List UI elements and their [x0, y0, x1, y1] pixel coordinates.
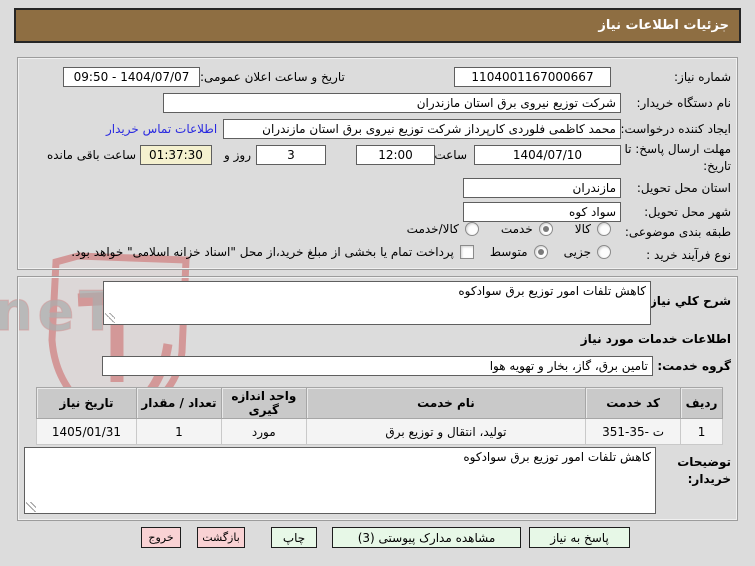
process-type-options: جزیی متوسط پرداخت تمام یا بخشی از مبلغ خ…	[71, 245, 611, 259]
radio-option-goods-service[interactable]: کالا/خدمت	[407, 222, 479, 236]
back-button[interactable]: بازگشت	[197, 527, 245, 548]
deadline-date-value: 1404/07/10	[474, 145, 621, 165]
cell-qty: 1	[136, 418, 222, 445]
radio-icon[interactable]	[597, 245, 611, 259]
service-group-label: گروه خدمت:	[657, 359, 731, 373]
deadline-countdown: 01:37:30	[140, 145, 212, 165]
print-button[interactable]: چاپ	[271, 527, 317, 548]
deadline-remaining-label: ساعت باقی مانده	[46, 148, 136, 162]
deadline-label-line2: تاریخ:	[703, 159, 731, 173]
radio-option-service[interactable]: خدمت	[501, 222, 553, 236]
radio-icon[interactable]	[533, 245, 548, 259]
radio-label: کالا/خدمت	[406, 222, 459, 236]
deadline-days-label: روز و	[224, 148, 251, 162]
province-label: استان محل تحویل:	[636, 181, 731, 195]
buyer-name-value: شرکت توزیع نیروی برق استان مازندران	[163, 93, 621, 113]
cell-need-date: 1405/01/31	[36, 418, 137, 445]
creator-label: ایجاد کننده درخواست:	[620, 122, 731, 136]
radio-label: جزیی	[563, 245, 591, 259]
col-qty: تعداد / مقدار	[136, 387, 222, 419]
announce-value: 1404/07/07 - 09:50	[63, 67, 200, 87]
cell-row-no: 1	[680, 418, 723, 445]
radio-icon[interactable]	[597, 222, 611, 236]
need-info-groupbox: شماره نیاز: 1104001167000667 تاریخ و ساع…	[17, 57, 738, 270]
classification-label: طبقه بندی موضوعی:	[624, 225, 731, 239]
cell-unit: مورد	[220, 418, 307, 445]
need-number-label: شماره نیاز:	[674, 70, 731, 84]
deadline-days-value: 3	[256, 145, 326, 165]
process-type-label: نوع فرآیند خرید :	[646, 248, 731, 262]
radio-label: کالا	[574, 222, 591, 236]
need-number-value: 1104001167000667	[454, 67, 611, 87]
checkbox-label: پرداخت تمام یا بخشی از مبلغ خرید،از محل …	[71, 245, 454, 259]
deadline-time-value: 12:00	[356, 145, 435, 165]
province-value: مازندران	[463, 178, 621, 198]
cell-service-code: 351-35- ت	[585, 418, 682, 445]
col-row-no: ردیف	[680, 387, 723, 419]
buyer-name-label: نام دستگاه خریدار:	[636, 96, 732, 110]
respond-to-need-button[interactable]: پاسخ به نیاز	[529, 527, 630, 548]
services-table: ردیف کد خدمت نام خدمت واحد اندازه گیری ت…	[36, 387, 723, 445]
radio-icon[interactable]	[464, 222, 479, 236]
description-label: شرح کلي نیاز:	[645, 294, 731, 308]
city-value: سواد کوه	[463, 202, 621, 222]
services-groupbox: شرح کلي نیاز: کاهش تلفات امور توزیع برق …	[17, 276, 738, 521]
table-header-row: ردیف کد خدمت نام خدمت واحد اندازه گیری ت…	[36, 387, 723, 419]
radio-label: خدمت	[500, 222, 533, 236]
exit-button[interactable]: خروج	[141, 527, 181, 548]
radio-option-minor[interactable]: جزیی	[564, 245, 611, 259]
classification-options: کالا خدمت کالا/خدمت	[407, 222, 611, 236]
table-row[interactable]: 1 351-35- ت تولید، انتقال و توزیع برق مو…	[36, 418, 723, 445]
service-group-value: تامین برق، گاز، بخار و تهویه هوا	[102, 356, 653, 376]
col-service-name: نام خدمت	[305, 387, 587, 419]
radio-option-medium[interactable]: متوسط	[490, 245, 548, 259]
col-service-code: کد خدمت	[585, 387, 682, 419]
cell-service-name: تولید، انتقال و توزیع برق	[305, 418, 587, 445]
description-text: کاهش تلفات امور توزیع برق سوادکوه	[458, 284, 646, 298]
page-title: جزئیات اطلاعات نیاز	[14, 8, 741, 43]
buyer-contact-link[interactable]: اطلاعات تماس خریدار	[106, 122, 217, 136]
resize-grip-icon[interactable]	[105, 313, 115, 323]
buyer-notes-label-line2: خریدار:	[687, 472, 731, 486]
deadline-label-line1: مهلت ارسال پاسخ: تا	[624, 142, 731, 156]
treasury-payment-option[interactable]: پرداخت تمام یا بخشی از مبلغ خرید،از محل …	[71, 245, 474, 259]
radio-option-goods[interactable]: کالا	[575, 222, 611, 236]
city-label: شهر محل تحویل:	[644, 205, 731, 219]
checkbox-icon[interactable]	[459, 245, 474, 259]
view-attached-docs-button[interactable]: مشاهده مدارک پیوستی (3)	[332, 527, 521, 548]
creator-value: محمد کاظمی فلوردی کارپرداز شرکت توزیع نی…	[223, 119, 621, 139]
page-title-text: جزئیات اطلاعات نیاز	[598, 18, 729, 33]
buyer-notes-label-line1: توضیحات	[677, 455, 731, 469]
services-section-title: اطلاعات خدمات مورد نیاز	[580, 332, 731, 346]
buyer-notes-text: کاهش تلفات امور توزیع برق سوادکوه	[463, 450, 651, 464]
radio-label: متوسط	[489, 245, 528, 259]
col-unit: واحد اندازه گیری	[220, 387, 307, 419]
buyer-notes-textarea[interactable]: کاهش تلفات امور توزیع برق سوادکوه	[24, 447, 656, 514]
radio-icon[interactable]	[538, 222, 553, 236]
description-textarea[interactable]: کاهش تلفات امور توزیع برق سوادکوه	[103, 281, 651, 325]
resize-grip-icon[interactable]	[26, 502, 36, 512]
announce-label: تاریخ و ساعت اعلان عمومی:	[200, 70, 345, 84]
col-need-date: تاریخ نیاز	[36, 387, 137, 419]
deadline-hour-label: ساعت	[434, 148, 467, 162]
